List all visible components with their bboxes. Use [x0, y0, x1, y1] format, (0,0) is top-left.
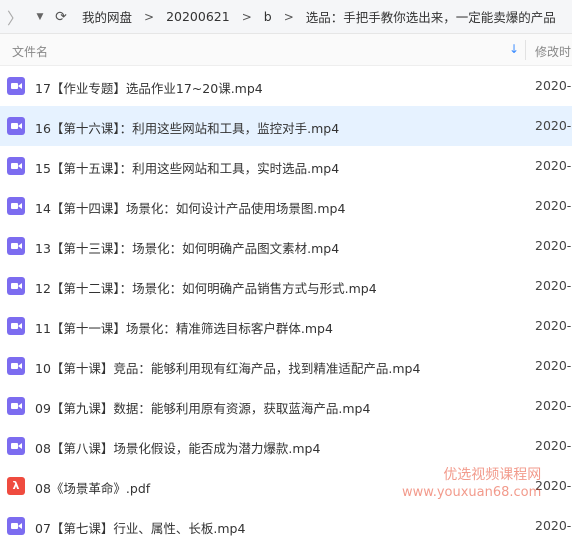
- breadcrumb-separator: >: [283, 9, 294, 24]
- video-file-icon: [7, 197, 25, 215]
- breadcrumb-separator: >: [144, 9, 155, 24]
- breadcrumb-separator: >: [241, 9, 252, 24]
- toolbar: 〉 ▼ ⟳ 我的网盘 >20200621 > b > 选品：手把手教你选出来，一定能卖爆的…: [0, 0, 572, 34]
- file-list-header: 文件名 ↓ 修改时: [0, 34, 572, 66]
- file-name[interactable]: 08《场景革命》.pdf: [35, 478, 150, 497]
- video-file-icon: [7, 237, 25, 255]
- video-file-icon: [7, 157, 25, 175]
- breadcrumb-item[interactable]: 我的网盘: [82, 7, 132, 26]
- file-name[interactable]: 12【第十二课】：场景化：如何明确产品销售方式与形式.mp4: [35, 278, 377, 297]
- file-row[interactable]: 17【作业专题】选品作业17~20课.mp4 2020-0: [0, 66, 572, 106]
- breadcrumb-item[interactable]: 选品：手把手教你选出来，一定能卖爆的产品: [306, 7, 556, 26]
- file-modified-date: 2020-0: [535, 358, 572, 373]
- file-name[interactable]: 08【第八课】场景化假设，能否成为潜力爆款.mp4: [35, 438, 320, 457]
- file-name[interactable]: 16【第十六课】：利用这些网站和工具，监控对手.mp4: [35, 118, 339, 137]
- video-file-icon: [7, 317, 25, 335]
- column-divider[interactable]: [525, 40, 526, 60]
- file-name[interactable]: 17【作业专题】选品作业17~20课.mp4: [35, 78, 263, 97]
- video-file-icon: [7, 397, 25, 415]
- column-header-name[interactable]: 文件名: [12, 43, 48, 60]
- video-file-icon: [7, 277, 25, 295]
- video-file-icon: [7, 437, 25, 455]
- column-header-date[interactable]: 修改时: [535, 43, 571, 60]
- file-row[interactable]: 07【第七课】行业、属性、长板.mp4 2020-0: [0, 506, 572, 546]
- file-modified-date: 2020-0: [535, 118, 572, 133]
- refresh-icon[interactable]: ⟳: [50, 0, 72, 33]
- file-name[interactable]: 14【第十四课】场景化：如何设计产品使用场景图.mp4: [35, 198, 345, 217]
- file-row[interactable]: 16【第十六课】：利用这些网站和工具，监控对手.mp4 2020-0: [0, 106, 572, 146]
- file-name[interactable]: 09【第九课】数据：能够利用原有资源，获取蓝海产品.mp4: [35, 398, 370, 417]
- breadcrumb: 我的网盘 >20200621 > b > 选品：手把手教你选出来，一定能卖爆的产品: [82, 7, 556, 26]
- file-modified-date: 2020-0: [535, 278, 572, 293]
- file-modified-date: 2020-0: [535, 78, 572, 93]
- sort-descending-icon[interactable]: ↓: [509, 42, 519, 56]
- file-modified-date: 2020-0: [535, 158, 572, 173]
- back-icon[interactable]: 〉: [0, 0, 30, 33]
- file-row[interactable]: 14【第十四课】场景化：如何设计产品使用场景图.mp4 2020-0: [0, 186, 572, 226]
- file-name[interactable]: 13【第十三课】：场景化：如何明确产品图文素材.mp4: [35, 238, 339, 257]
- file-modified-date: 2020-0: [535, 398, 572, 413]
- dropdown-arrow-icon[interactable]: ▼: [30, 0, 50, 33]
- pdf-file-icon: λ: [7, 477, 25, 495]
- file-row[interactable]: 09【第九课】数据：能够利用原有资源，获取蓝海产品.mp4 2020-0: [0, 386, 572, 426]
- file-row[interactable]: 12【第十二课】：场景化：如何明确产品销售方式与形式.mp4 2020-0: [0, 266, 572, 306]
- file-row[interactable]: 10【第十课】竞品：能够利用现有红海产品，找到精准适配产品.mp4 2020-0: [0, 346, 572, 386]
- file-row[interactable]: 13【第十三课】：场景化：如何明确产品图文素材.mp4 2020-0: [0, 226, 572, 266]
- file-name[interactable]: 15【第十五课】：利用这些网站和工具，实时选品.mp4: [35, 158, 339, 177]
- file-row[interactable]: 11【第十一课】场景化：精准筛选目标客户群体.mp4 2020-0: [0, 306, 572, 346]
- file-name[interactable]: 10【第十课】竞品：能够利用现有红海产品，找到精准适配产品.mp4: [35, 358, 420, 377]
- file-modified-date: 2020-0: [535, 518, 572, 533]
- video-file-icon: [7, 517, 25, 535]
- file-row[interactable]: 08【第八课】场景化假设，能否成为潜力爆款.mp4 2020-0: [0, 426, 572, 466]
- file-modified-date: 2020-0: [535, 318, 572, 333]
- file-modified-date: 2020-0: [535, 478, 572, 493]
- file-modified-date: 2020-0: [535, 198, 572, 213]
- video-file-icon: [7, 77, 25, 95]
- breadcrumb-item[interactable]: 20200621: [166, 9, 230, 24]
- file-name[interactable]: 11【第十一课】场景化：精准筛选目标客户群体.mp4: [35, 318, 333, 337]
- file-name[interactable]: 07【第七课】行业、属性、长板.mp4: [35, 518, 245, 537]
- breadcrumb-item[interactable]: b: [264, 9, 272, 24]
- video-file-icon: [7, 117, 25, 135]
- file-modified-date: 2020-0: [535, 238, 572, 253]
- video-file-icon: [7, 357, 25, 375]
- file-modified-date: 2020-0: [535, 438, 572, 453]
- file-row[interactable]: 15【第十五课】：利用这些网站和工具，实时选品.mp4 2020-0: [0, 146, 572, 186]
- file-row[interactable]: λ 08《场景革命》.pdf 2020-0: [0, 466, 572, 506]
- file-list: 17【作业专题】选品作业17~20课.mp42020-016【第十六课】：利用这…: [0, 66, 572, 546]
